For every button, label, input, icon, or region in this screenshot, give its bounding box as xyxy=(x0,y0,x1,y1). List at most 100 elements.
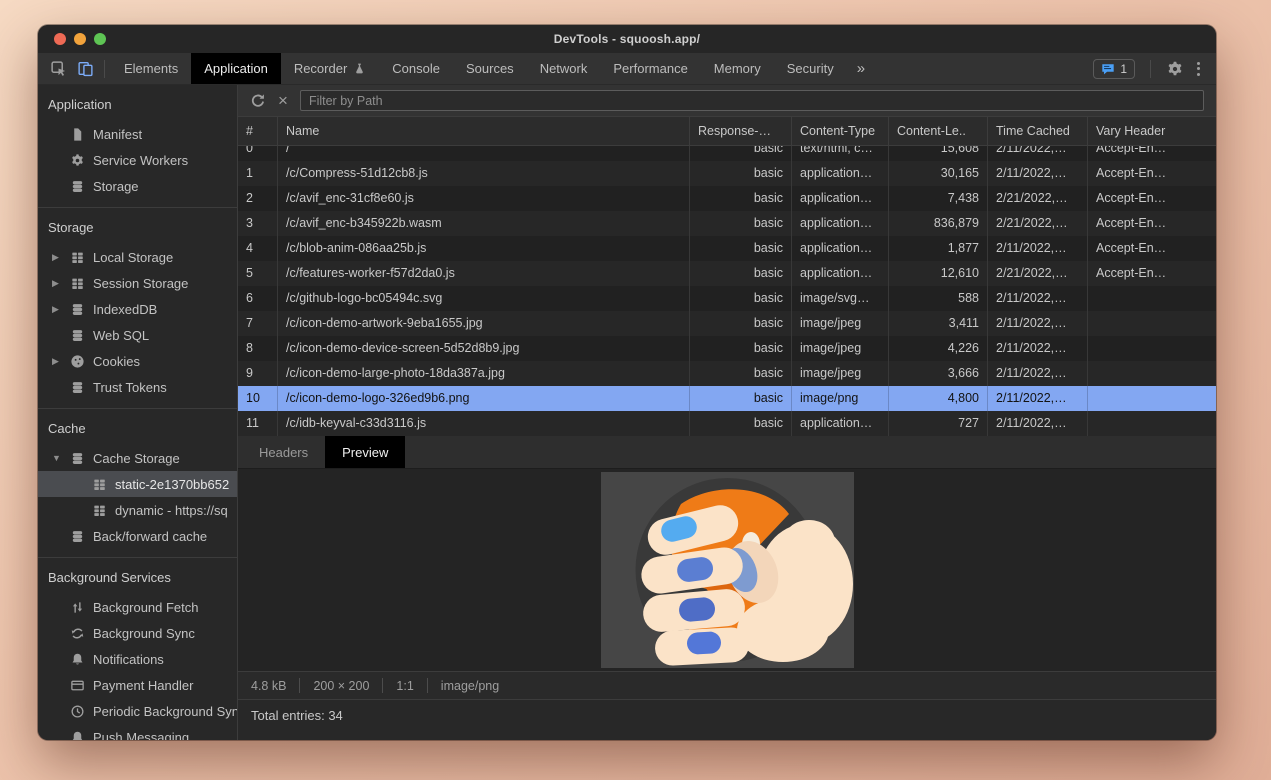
device-toolbar-icon[interactable] xyxy=(77,60,94,77)
sidebar-item-web-sql[interactable]: Web SQL xyxy=(38,322,237,348)
table-row[interactable]: 1/c/Compress-51d12cb8.jsbasicapplication… xyxy=(238,161,1216,186)
cell-vary: Accept-En… xyxy=(1088,261,1216,286)
sidebar-item-trust-tokens[interactable]: Trust Tokens xyxy=(38,374,237,400)
chevron-down-icon[interactable]: ▼ xyxy=(52,453,68,463)
tab-elements[interactable]: Elements xyxy=(111,53,191,84)
tab-memory[interactable]: Memory xyxy=(701,53,774,84)
cell-time-cached: 2/11/2022,… xyxy=(988,361,1088,386)
customize-menu-icon[interactable] xyxy=(1193,62,1204,76)
cell-content-type: image/jpeg xyxy=(792,336,889,361)
column-header-vary-header[interactable]: Vary Header xyxy=(1088,117,1216,145)
sidebar-item-label: IndexedDB xyxy=(93,302,237,317)
document-icon xyxy=(68,127,86,142)
total-entries-label: Total entries: 34 xyxy=(251,708,343,723)
table-row[interactable]: 5/c/features-worker-f57d2da0.jsbasicappl… xyxy=(238,261,1216,286)
sidebar-item-background-fetch[interactable]: Background Fetch xyxy=(38,594,237,620)
cell-content-length: 1,877 xyxy=(889,236,988,261)
sidebar-item-cookies[interactable]: ▶Cookies xyxy=(38,348,237,374)
table-row[interactable]: 10/c/icon-demo-logo-326ed9b6.pngbasicima… xyxy=(238,386,1216,411)
zoom-window-button[interactable] xyxy=(94,33,106,45)
tab-application[interactable]: Application xyxy=(191,53,281,84)
cell-content-length: 836,879 xyxy=(889,211,988,236)
filter-by-path-input[interactable] xyxy=(300,90,1204,111)
inspect-element-icon[interactable] xyxy=(50,60,67,77)
table-row[interactable]: 2/c/avif_enc-31cf8e60.jsbasicapplication… xyxy=(238,186,1216,211)
sidebar-item-background-sync[interactable]: Background Sync xyxy=(38,620,237,646)
cell-name: /c/blob-anim-086aa25b.js xyxy=(278,236,690,261)
chevron-right-icon[interactable]: ▶ xyxy=(52,356,68,367)
sidebar-section-storage: Storage▶Local Storage▶Session Storage▶In… xyxy=(38,207,237,408)
sidebar-item-storage[interactable]: Storage xyxy=(38,173,237,199)
tab-preview[interactable]: Preview xyxy=(325,436,405,468)
table-row[interactable]: 8/c/icon-demo-device-screen-5d52d8b9.jpg… xyxy=(238,336,1216,361)
sidebar-item-session-storage[interactable]: ▶Session Storage xyxy=(38,270,237,296)
cell-time-cached: 2/21/2022,… xyxy=(988,261,1088,286)
tab-sources[interactable]: Sources xyxy=(453,53,527,84)
cell-vary: Accept-En… xyxy=(1088,146,1216,161)
table-row[interactable]: 0/basictext/html, c…15,6082/11/2022,…Acc… xyxy=(238,146,1216,161)
minimize-window-button[interactable] xyxy=(74,33,86,45)
sidebar-item-back-forward-cache[interactable]: Back/forward cache xyxy=(38,523,237,549)
database-icon xyxy=(68,302,86,317)
toolbar-left-icons xyxy=(38,60,98,77)
cell-content-type: image/png xyxy=(792,386,889,411)
cell-content-length: 727 xyxy=(889,411,988,436)
bell-icon xyxy=(68,730,86,741)
tab-headers[interactable]: Headers xyxy=(242,436,325,468)
sidebar-item-push-messaging[interactable]: Push Messaging xyxy=(38,724,237,740)
sidebar-item-service-workers[interactable]: Service Workers xyxy=(38,147,237,173)
tab-label: Application xyxy=(204,61,268,76)
sidebar-item-payment-handler[interactable]: Payment Handler xyxy=(38,672,237,698)
table-row[interactable]: 4/c/blob-anim-086aa25b.jsbasicapplicatio… xyxy=(238,236,1216,261)
sidebar-item-notifications[interactable]: Notifications xyxy=(38,646,237,672)
sidebar-item-indexeddb[interactable]: ▶ IndexedDB xyxy=(38,296,237,322)
sidebar-item-cache-storage[interactable]: ▼Cache Storage xyxy=(38,445,237,471)
console-messages-badge[interactable]: 1 xyxy=(1093,59,1135,79)
tab-console[interactable]: Console xyxy=(379,53,453,84)
tab-performance[interactable]: Performance xyxy=(600,53,700,84)
refresh-icon[interactable] xyxy=(250,93,266,109)
settings-gear-icon[interactable] xyxy=(1166,60,1184,78)
chevron-right-icon[interactable]: ▶ xyxy=(52,252,68,263)
sidebar-item-manifest[interactable]: Manifest xyxy=(38,121,237,147)
cell-index: 4 xyxy=(238,236,278,261)
sidebar-item-local-storage[interactable]: ▶Local Storage xyxy=(38,244,237,270)
image-ratio: 1:1 xyxy=(396,679,413,693)
close-window-button[interactable] xyxy=(54,33,66,45)
cell-name: /c/avif_enc-31cf8e60.js xyxy=(278,186,690,211)
chevron-right-icon[interactable]: ▶ xyxy=(52,278,68,289)
cell-vary: Accept-En… xyxy=(1088,211,1216,236)
table-row[interactable]: 6/c/github-logo-bc05494c.svgbasicimage/s… xyxy=(238,286,1216,311)
sidebar-item-label: Back/forward cache xyxy=(93,529,237,544)
table-row[interactable]: 11/c/idb-keyval-c33d3116.jsbasicapplicat… xyxy=(238,411,1216,436)
tab-network[interactable]: Network xyxy=(527,53,601,84)
chevron-right-icon[interactable]: ▶ xyxy=(52,304,68,315)
sidebar-item-periodic-background-sync[interactable]: Periodic Background Sync xyxy=(38,698,237,724)
image-mime-type: image/png xyxy=(441,679,499,693)
table-row[interactable]: 7/c/icon-demo-artwork-9eba1655.jpgbasici… xyxy=(238,311,1216,336)
cell-response-type: basic xyxy=(690,336,792,361)
tab-label: Console xyxy=(392,61,440,76)
sidebar-item-static-2e1370bb652[interactable]: static-2e1370bb652 xyxy=(38,471,237,497)
tab-recorder[interactable]: Recorder xyxy=(281,53,379,84)
column-header-content-type[interactable]: Content-Type xyxy=(792,117,889,145)
column-header-[interactable]: # xyxy=(238,117,278,145)
sidebar-item-dynamic-https-sq[interactable]: dynamic - https://sq xyxy=(38,497,237,523)
sidebar-section-title: Cache xyxy=(38,409,237,445)
table-row[interactable]: 3/c/avif_enc-b345922b.wasmbasicapplicati… xyxy=(238,211,1216,236)
cell-name: /c/icon-demo-logo-326ed9b6.png xyxy=(278,386,690,411)
flask-icon xyxy=(353,62,366,75)
column-header-response[interactable]: Response-… xyxy=(690,117,792,145)
more-tabs-button[interactable]: » xyxy=(847,60,875,77)
tab-security[interactable]: Security xyxy=(774,53,847,84)
database-icon xyxy=(68,529,86,544)
table-icon xyxy=(68,276,86,291)
column-header-time-cached[interactable]: Time Cached xyxy=(988,117,1088,145)
column-header-name[interactable]: Name xyxy=(278,117,690,145)
cell-index: 0 xyxy=(238,146,278,161)
clock-icon xyxy=(68,704,86,719)
table-row[interactable]: 9/c/icon-demo-large-photo-18da387a.jpgba… xyxy=(238,361,1216,386)
clear-icon[interactable]: × xyxy=(278,92,288,109)
cell-time-cached: 2/11/2022,… xyxy=(988,236,1088,261)
column-header-content-le[interactable]: Content-Le.. xyxy=(889,117,988,145)
